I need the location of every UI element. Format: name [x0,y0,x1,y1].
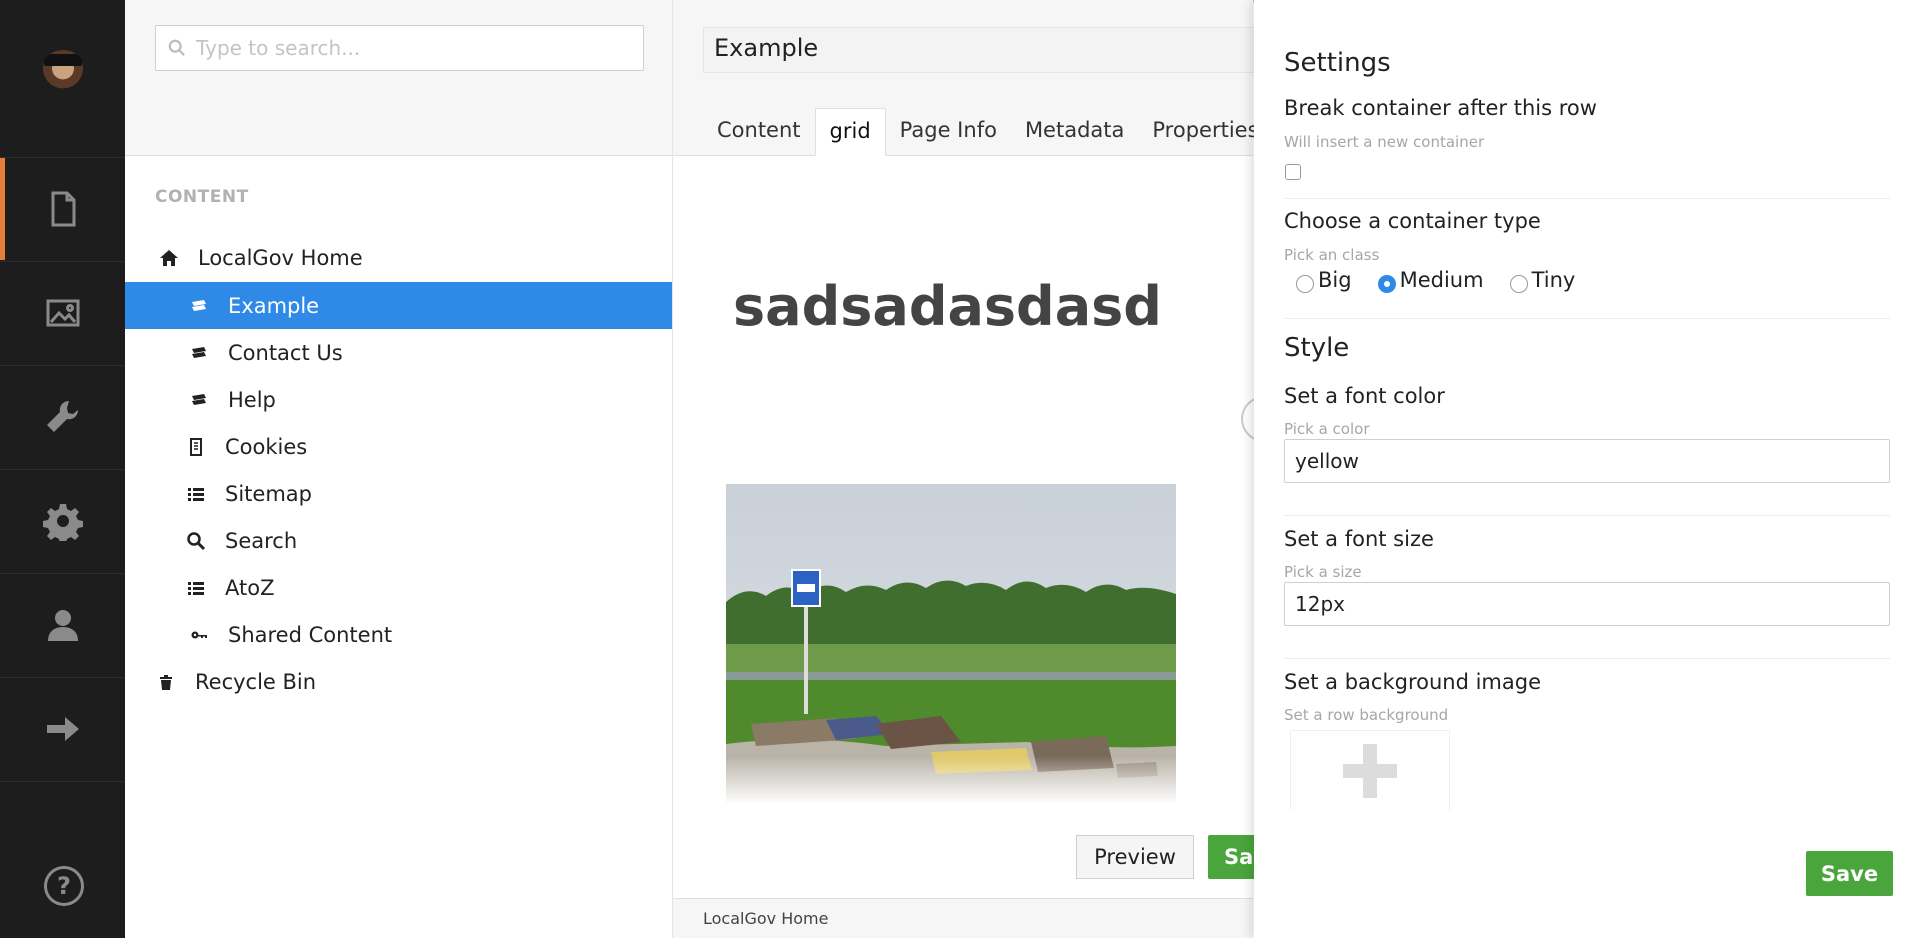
preview-button[interactable]: Preview [1076,835,1194,879]
app-sidebar: ? [0,0,125,938]
list-icon [185,577,207,599]
tab-grid[interactable]: grid [814,108,886,156]
tree-node-atoz[interactable]: AtoZ [125,564,672,611]
arrow-right-icon [46,717,79,741]
wrench-icon [46,400,78,432]
tree-node-localgov-home[interactable]: LocalGov Home [125,234,672,281]
tree-node-label: Contact Us [228,340,343,365]
add-background-image-button[interactable] [1290,730,1450,810]
settings-divider [1284,198,1890,199]
user-avatar[interactable] [40,50,86,96]
grid-image[interactable] [726,484,1176,804]
plus-icon [1343,743,1397,798]
tree-node-sitemap[interactable]: Sitemap [125,470,672,517]
editor-header: Example Content grid Page Info Metadata … [673,0,1263,156]
document-icon [188,295,210,317]
font-size-label: Set a font size [1284,527,1434,551]
radio-tiny[interactable]: Tiny [1509,268,1576,293]
tree-node-label: Recycle Bin [195,669,317,694]
document-icon [51,191,75,227]
radio-label: Big [1318,268,1352,292]
section-media[interactable] [0,261,125,364]
radio-dot-selected [1377,275,1396,293]
user-icon [47,610,78,641]
section-settings[interactable] [0,469,125,572]
tree-node-label: LocalGov Home [198,245,363,270]
section-content[interactable] [0,157,125,260]
tree-search-box[interactable] [155,25,644,71]
radio-medium[interactable]: Medium [1377,268,1484,293]
tree-node-contact-us[interactable]: Contact Us [125,329,672,376]
image-icon [46,299,79,327]
break-container-checkbox[interactable] [1285,164,1301,180]
font-color-input[interactable]: yellow [1284,439,1890,483]
radio-dot [1509,275,1528,293]
search-icon [168,39,185,56]
trash-icon [155,671,177,693]
tree-node-label: Sitemap [225,481,312,506]
font-size-input[interactable]: 12px [1284,582,1890,626]
container-type-hint: Pick an class [1284,246,1380,264]
tree-node-label: Help [228,387,276,412]
font-color-hint: Pick a color [1284,420,1370,438]
background-image-hint: Set a row background [1284,706,1449,724]
document-icon [188,389,210,411]
home-icon [158,247,180,269]
radio-label: Medium [1399,268,1484,292]
font-size-hint: Pick a size [1284,563,1362,581]
search-icon [185,530,207,552]
tree-search-bar [125,0,672,156]
list-icon [185,483,207,505]
tree-node-example[interactable]: Example [125,282,672,329]
settings-save-button[interactable]: Save [1806,851,1893,896]
section-users[interactable] [0,573,125,676]
container-type-label: Choose a container type [1284,209,1541,233]
landscape-photo [726,484,1176,804]
tree-node-label: AtoZ [225,575,275,600]
content-tree-panel: CONTENT LocalGov Home Example Contact Us… [125,0,673,938]
style-title: Style [1284,333,1350,363]
container-type-radios: Big Medium Tiny [1296,268,1601,293]
radio-label: Tiny [1531,268,1576,292]
settings-title: Settings [1284,48,1391,78]
tree-node-label: Example [228,293,320,318]
tree-node-label: Shared Content [228,622,393,647]
content-editor: Example Content grid Page Info Metadata … [673,0,1271,938]
page-icon [185,436,207,458]
settings-divider [1284,515,1890,516]
break-container-label: Break container after this row [1284,96,1597,120]
tab-page-info[interactable]: Page Info [886,108,1011,156]
editor-breadcrumb[interactable]: LocalGov Home [673,898,1253,938]
grid-heading-text[interactable]: sadsadasdasd [733,275,1162,338]
radio-big[interactable]: Big [1296,268,1352,293]
editor-tabs: Content grid Page Info Metadata Properti… [703,108,1273,156]
sidebar-divider [0,781,125,782]
tree-node-help[interactable]: Help [125,376,672,423]
tree-node-cookies[interactable]: Cookies [125,423,672,470]
tab-properties[interactable]: Properties [1138,108,1272,156]
tree-node-label: Cookies [225,434,308,459]
help-icon[interactable]: ? [44,866,84,906]
gear-icon [42,504,83,541]
tree-search-input[interactable] [196,36,636,60]
section-forms[interactable] [0,677,125,780]
font-color-label: Set a font color [1284,384,1445,408]
document-icon [188,342,210,364]
tree-node-label: Search [225,528,298,553]
settings-divider [1284,658,1890,659]
tree-heading: CONTENT [155,187,249,207]
tree-node-shared-content[interactable]: Shared Content [125,611,672,658]
settings-divider [1284,318,1890,319]
tree-node-search[interactable]: Search [125,517,672,564]
tree-node-recycle-bin[interactable]: Recycle Bin [125,658,672,705]
tab-content[interactable]: Content [703,108,815,156]
break-container-hint: Will insert a new container [1284,133,1485,151]
row-settings-panel: Settings Break container after this row … [1254,0,1920,938]
section-developer[interactable] [0,365,125,468]
page-title-input[interactable]: Example [703,27,1263,73]
tab-metadata[interactable]: Metadata [1011,108,1138,156]
keys-icon [188,624,210,646]
background-image-label: Set a background image [1284,670,1541,694]
radio-dot [1296,275,1314,293]
